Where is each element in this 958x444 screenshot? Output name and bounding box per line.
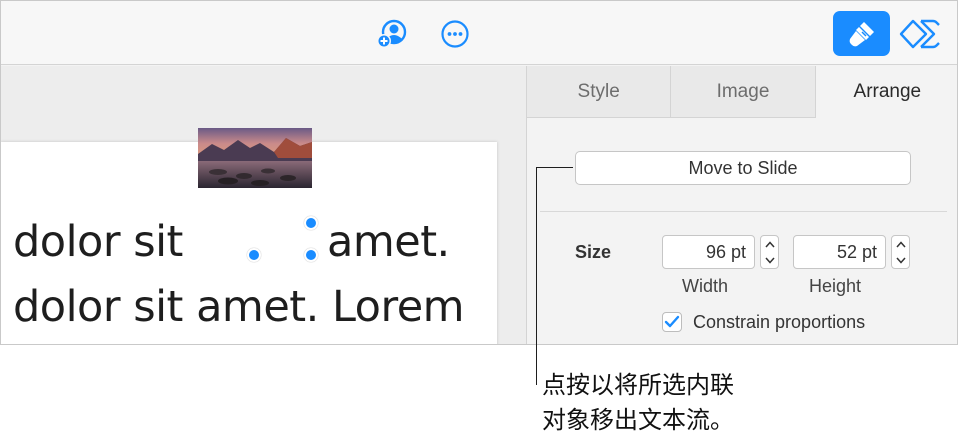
format-brush-icon [849,21,874,46]
callout-line-1: 点按以将所选内联 [542,371,734,399]
more-icon[interactable] [439,18,471,50]
tab-image[interactable]: Image [671,66,816,118]
width-caption: Width [682,276,729,296]
callout-leader-horizontal [536,167,573,168]
chevron-up-icon [764,240,775,247]
resize-handle-top-right[interactable] [304,216,318,230]
resize-handle-bottom-center[interactable] [247,248,261,262]
slide-text-line-1-after[interactable]: amet. [327,217,450,267]
height-stepper[interactable] [891,235,910,269]
callout-text: 点按以将所选内联 对象移出文本流。 [542,368,734,438]
callout-line-2: 对象移出文本流。 [542,406,734,434]
tab-arrange[interactable]: Arrange [815,66,957,118]
slide-canvas: dolor sit amet. dolor sit amet. Lorem [1,66,526,344]
app-window: dolor sit amet. dolor sit amet. Lorem St… [0,0,958,345]
width-stepper[interactable] [760,235,779,269]
format-button[interactable] [833,11,890,56]
slide-text-line-1[interactable]: dolor sit [13,217,183,267]
format-sidebar: Style Image Arrange Move to Slide Size 9… [526,66,957,344]
chevron-down-icon [895,257,906,264]
animate-icon [899,19,940,49]
chevron-down-icon [764,257,775,264]
inline-image[interactable] [198,128,312,188]
toolbar [1,1,957,65]
tab-style[interactable]: Style [527,66,672,118]
width-field[interactable]: 96 pt [662,235,755,269]
constrain-proportions-label: Constrain proportions [693,312,866,332]
height-caption: Height [809,276,862,296]
callout-leader-vertical [536,167,537,385]
sidebar-tabs: Style Image Arrange [527,66,957,118]
move-to-slide-button[interactable]: Move to Slide [575,151,911,185]
chevron-up-icon [895,240,906,247]
resize-handle-bottom-right[interactable] [304,248,318,262]
constrain-proportions-checkbox[interactable] [662,312,682,332]
divider [540,211,947,212]
height-field[interactable]: 52 pt [793,235,886,269]
add-collaborator-icon[interactable] [375,18,407,50]
animate-button[interactable] [898,13,942,55]
checkmark-icon [664,315,680,328]
size-label: Size [575,242,612,262]
slide-text-line-2[interactable]: dolor sit amet. Lorem [13,282,465,332]
